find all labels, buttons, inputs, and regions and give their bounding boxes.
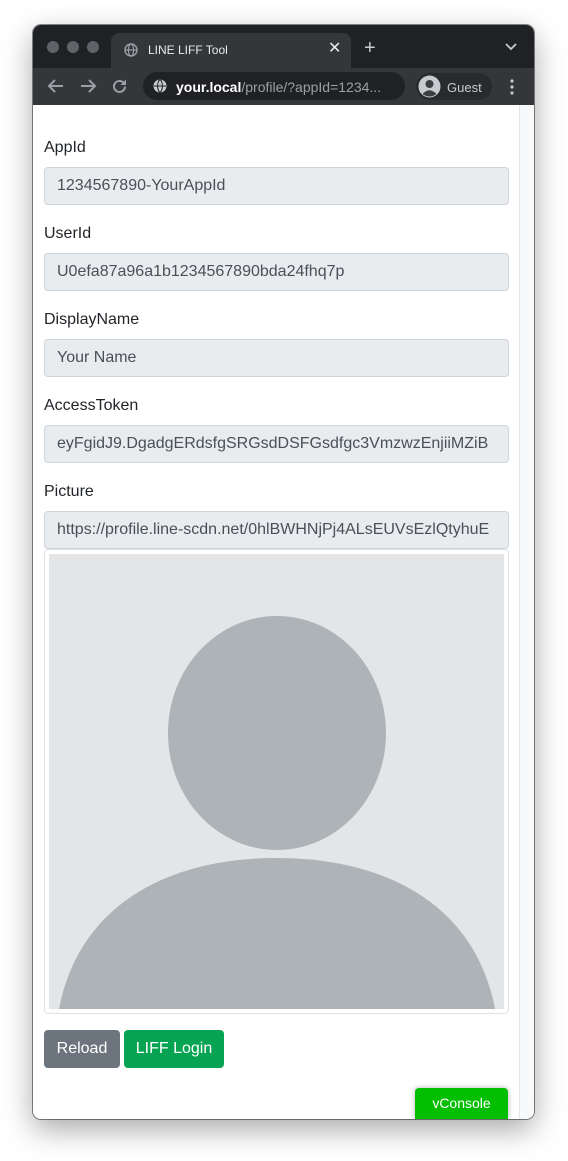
close-tab-icon[interactable]: ✕: [328, 41, 341, 57]
vconsole-button[interactable]: vConsole: [415, 1088, 508, 1119]
profile-label: Guest: [447, 80, 482, 95]
site-info-icon[interactable]: [153, 79, 167, 93]
close-window-button[interactable]: [47, 41, 59, 53]
userid-value: U0efa87a96a1b1234567890bda24fhq7p: [57, 263, 345, 280]
forward-icon[interactable]: [79, 78, 97, 94]
picture-url-value: https://profile.line-scdn.net/0hlBWHNjPj…: [57, 521, 490, 538]
back-icon[interactable]: [47, 78, 65, 94]
guest-avatar-icon: [418, 75, 441, 98]
minimize-window-button[interactable]: [67, 41, 79, 53]
picture-url-field[interactable]: https://profile.line-scdn.net/0hlBWHNjPj…: [44, 511, 509, 549]
userid-label: UserId: [44, 225, 92, 242]
profile-picture: [49, 554, 504, 1009]
url-path: /profile/?appId=1234...: [241, 79, 382, 95]
browser-window: LINE LIFF Tool ✕ + your.local/profile/?a…: [33, 25, 534, 1119]
browser-tab[interactable]: LINE LIFF Tool ✕: [111, 33, 351, 68]
appid-field[interactable]: 1234567890-YourAppId: [44, 167, 509, 205]
reload-icon[interactable]: [111, 78, 128, 95]
profile-button[interactable]: Guest: [416, 73, 492, 100]
avatar-placeholder-icon: [49, 554, 504, 1009]
maximize-window-button[interactable]: [87, 41, 99, 53]
scrollbar[interactable]: [519, 105, 534, 1119]
displayname-field[interactable]: Your Name: [44, 339, 509, 377]
accesstoken-value: eyFgidJ9.DgadgERdsfgSRGsdDSFGsdfgc3Vmzwz…: [57, 435, 489, 452]
page-content: AppId 1234567890-YourAppId UserId U0efa8…: [33, 105, 534, 1119]
tab-list-icon[interactable]: [505, 43, 517, 51]
appid-label: AppId: [44, 139, 86, 156]
new-tab-button[interactable]: +: [364, 38, 376, 58]
kebab-menu-icon[interactable]: [509, 79, 515, 95]
displayname-value: Your Name: [57, 349, 137, 366]
userid-field[interactable]: U0efa87a96a1b1234567890bda24fhq7p: [44, 253, 509, 291]
globe-icon: [124, 43, 138, 57]
accesstoken-field[interactable]: eyFgidJ9.DgadgERdsfgSRGsdDSFGsdfgc3Vmzwz…: [44, 425, 509, 463]
browser-toolbar: your.local/profile/?appId=1234... Guest: [33, 68, 534, 105]
url-host: your.local: [176, 79, 242, 95]
tab-title: LINE LIFF Tool: [148, 43, 228, 57]
tab-strip: LINE LIFF Tool ✕ +: [33, 25, 534, 68]
liff-login-button[interactable]: LIFF Login: [124, 1030, 224, 1068]
url-text: your.local/profile/?appId=1234...: [176, 79, 381, 95]
picture-label: Picture: [44, 483, 94, 500]
displayname-label: DisplayName: [44, 311, 140, 328]
address-bar[interactable]: your.local/profile/?appId=1234...: [143, 72, 405, 100]
appid-value: 1234567890-YourAppId: [57, 177, 226, 194]
reload-button[interactable]: Reload: [44, 1030, 120, 1068]
accesstoken-label: AccessToken: [44, 397, 139, 414]
profile-picture-frame: [44, 549, 509, 1014]
